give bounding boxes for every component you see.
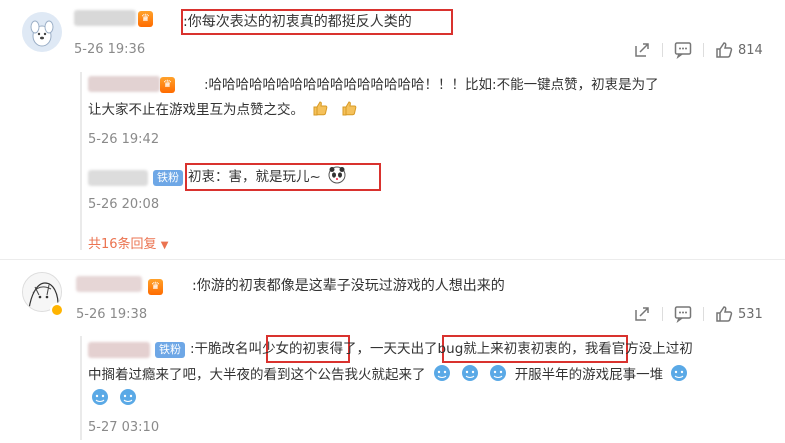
share-icon[interactable]	[632, 304, 652, 324]
comment-time: 5-26 19:38	[76, 307, 148, 322]
chevron-down-icon: ▼	[160, 240, 169, 251]
comment-time: 5-26 19:36	[74, 42, 146, 57]
reply-thread-line	[80, 72, 82, 250]
username-redacted[interactable]	[88, 76, 160, 92]
reply-text: 让大家不止在游戏里互为点赞之交。	[88, 99, 361, 121]
thumbs-up-emoji-icon	[340, 99, 358, 117]
vip-badge-icon: ♛	[148, 279, 163, 295]
username-redacted[interactable]	[76, 276, 142, 292]
username-redacted[interactable]	[74, 10, 136, 26]
share-icon[interactable]	[632, 40, 652, 60]
like-count: 814	[738, 42, 763, 58]
reply-text-line: 中搁着过瘾来了吧，大半夜的看到这个公告我火就起来了	[88, 367, 426, 383]
reply-text-highlight: 出了bug就上来初衷初衷的	[410, 341, 572, 357]
comment-actions: 814	[632, 40, 763, 60]
comment-icon[interactable]	[673, 304, 693, 324]
doge-emoji-icon	[670, 364, 688, 382]
more-replies-link[interactable]: 共16条回复 ▼	[88, 233, 168, 252]
like-icon[interactable]	[714, 40, 734, 60]
username-redacted[interactable]	[88, 170, 148, 186]
fan-badge: 铁粉	[153, 170, 183, 186]
doge-emoji-icon	[433, 364, 451, 382]
divider	[0, 259, 785, 260]
reply-text-line: 让大家不止在游戏里互为点赞之交。	[88, 102, 304, 118]
doge-emoji-icon	[489, 364, 507, 382]
more-replies-label: 共16条回复	[88, 237, 157, 252]
reply-text-line: ，我看官方没上过初	[571, 341, 693, 357]
reply-text: 中搁着过瘾来了吧，大半夜的看到这个公告我火就起来了 开服半年的游戏屁事一堆	[88, 364, 691, 386]
divider	[662, 43, 663, 57]
doge-emoji-icon	[461, 364, 479, 382]
reply-text-line: 初衷：害，就是玩儿~	[188, 169, 321, 185]
fan-badge: 铁粉	[155, 342, 185, 358]
doge-emoji-icon	[91, 388, 109, 406]
vip-badge-icon: ♛	[160, 77, 175, 93]
like-count: 531	[738, 306, 763, 322]
comment-text: :你游的初衷都像是这辈子没玩过游戏的人想出来的	[192, 278, 505, 294]
doge-emoji-icon	[119, 388, 137, 406]
reply-emoji-row	[88, 388, 140, 410]
reply-text-highlight: 少女的初衷	[262, 341, 330, 357]
divider	[703, 307, 704, 321]
reply-text: :干脆改名叫少女的初衷得了，一天天出了bug就上来初衷初衷的，我看官方没上过初	[190, 338, 693, 360]
reply-time: 5-26 20:08	[88, 197, 160, 212]
reply-time: 5-27 03:10	[88, 420, 160, 435]
reply-thread-line	[80, 336, 82, 440]
comment-text: :你每次表达的初衷真的都挺反人类的	[183, 14, 412, 30]
username-redacted[interactable]	[88, 342, 150, 358]
reply-text: :哈哈哈哈哈哈哈哈哈哈哈哈哈哈哈哈！！！比如:不能一键点赞，初衷是为了	[204, 77, 659, 93]
reply-text-line: :干脆改名叫	[190, 341, 263, 357]
dog-avatar-icon	[22, 12, 62, 52]
divider	[703, 43, 704, 57]
verified-badge-icon	[50, 303, 64, 317]
thumbs-up-emoji-icon	[311, 99, 329, 117]
panda-emoji-icon	[328, 166, 346, 184]
reply-text: 初衷：害，就是玩儿~	[188, 166, 349, 188]
reply-time: 5-26 19:42	[88, 132, 160, 147]
comment-actions: 531	[632, 304, 763, 324]
reply-text-line: 得了，一天天	[329, 341, 411, 357]
divider	[662, 307, 663, 321]
reply-text-line: 开服半年的游戏屁事一堆	[514, 367, 664, 383]
vip-badge-icon: ♛	[138, 11, 153, 27]
comment-icon[interactable]	[673, 40, 693, 60]
avatar[interactable]	[22, 12, 62, 52]
like-icon[interactable]	[714, 304, 734, 324]
